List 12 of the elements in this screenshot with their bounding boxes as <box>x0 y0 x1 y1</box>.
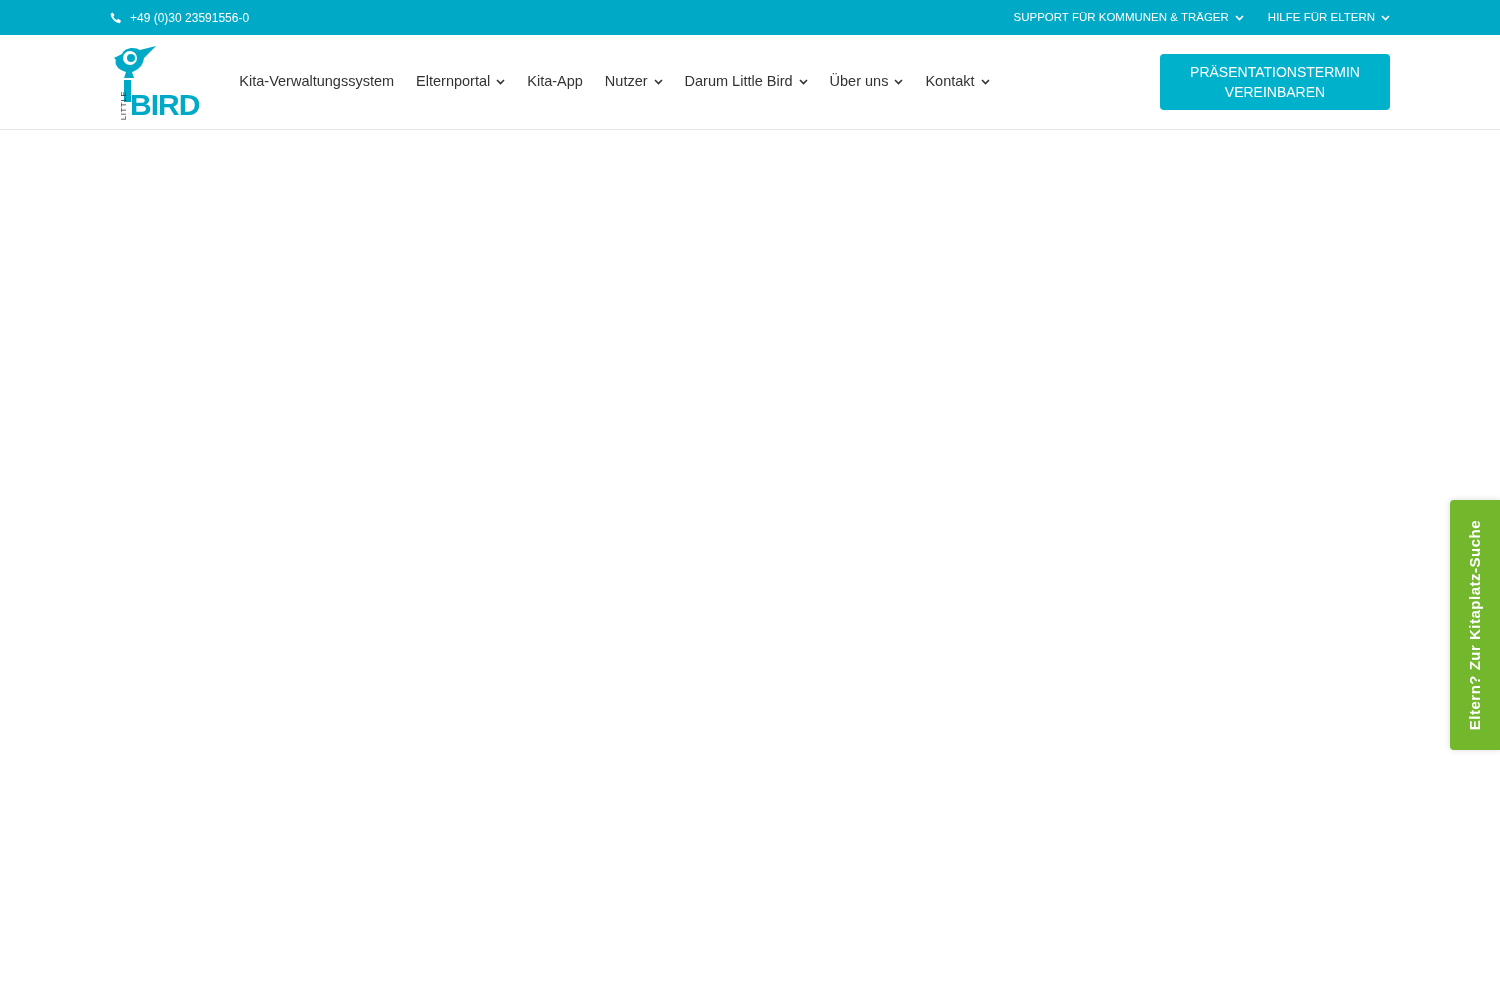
nav-link[interactable]: Elternportal <box>416 71 506 93</box>
nav-link[interactable]: Kita-App <box>527 71 583 93</box>
nav-link[interactable]: Kontakt <box>925 71 990 93</box>
logo[interactable]: LITTLE BIRD <box>120 90 200 120</box>
nav-link[interactable]: Kita-Verwaltungssystem <box>239 71 395 93</box>
logo-wordmark: BIRD <box>130 90 200 120</box>
nav-link[interactable]: Darum Little Bird <box>684 71 808 93</box>
phone-number: +49 (0)30 23591556-0 <box>130 9 250 27</box>
nav-link[interactable]: Nutzer <box>604 71 663 93</box>
nav-link[interactable]: Über uns <box>829 71 904 93</box>
logo-small-text: LITTLE <box>120 90 128 120</box>
phone-icon <box>110 11 122 24</box>
